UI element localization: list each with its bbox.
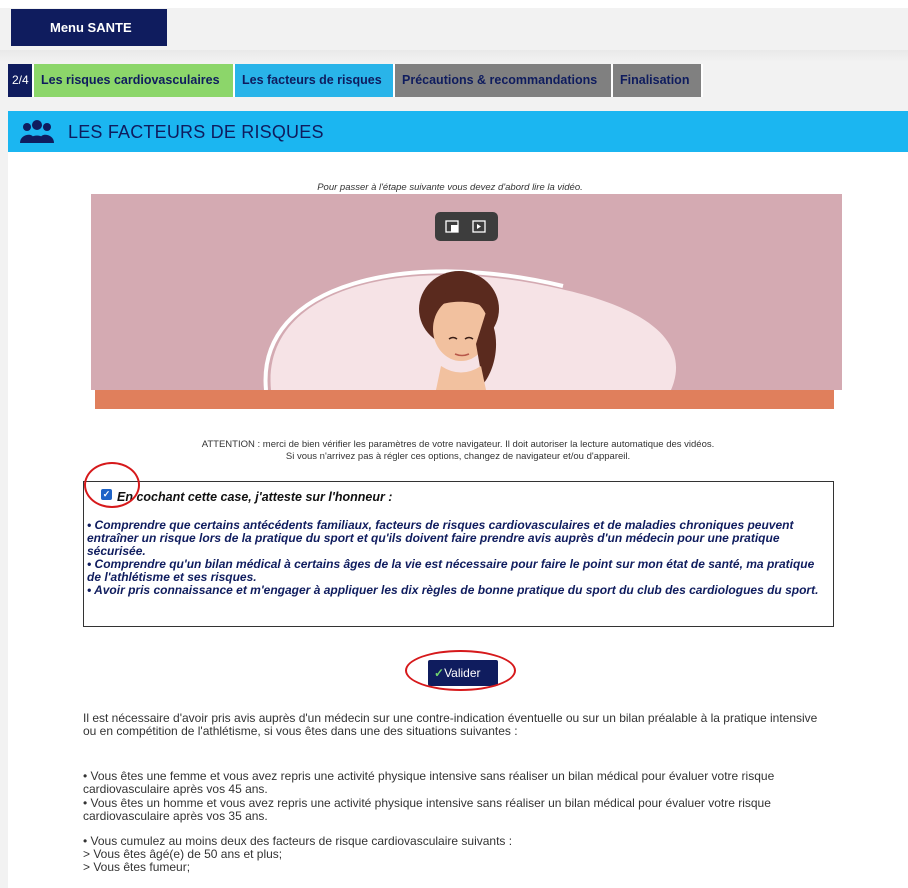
video-progress-bar[interactable]	[95, 390, 834, 409]
tab-risques-cardiovasculaires[interactable]: Les risques cardiovasculaires	[34, 64, 235, 97]
honor-item: • Comprendre que certains antécédents fa…	[87, 518, 794, 558]
picture-in-picture-icon[interactable]	[472, 220, 487, 233]
warning-line-1: ATTENTION : merci de bien vérifier les p…	[201, 439, 715, 450]
honor-item: • Comprendre qu'un bilan médical à certa…	[87, 557, 815, 584]
step-indicator: 2/4	[8, 64, 34, 97]
warning-line-2: Si vous n'arrivez pas à régler ces optio…	[285, 451, 631, 462]
video-instruction: Pour passer à l'étape suivante vous deve…	[317, 182, 583, 193]
honor-item: • Avoir pris connaissance et m'engager à…	[87, 583, 819, 597]
tab-finalisation[interactable]: Finalisation	[613, 64, 703, 97]
section-header: LES FACTEURS DE RISQUES	[8, 111, 908, 152]
section-title: LES FACTEURS DE RISQUES	[68, 122, 324, 142]
tab-facteurs-de-risques[interactable]: Les facteurs de risques	[235, 64, 395, 97]
video-controls	[435, 212, 498, 241]
medical-advice-intro: Il est nécessaire d'avoir pris avis aupr…	[83, 711, 818, 738]
top-strip	[0, 0, 908, 8]
medical-case-woman: • Vous êtes une femme et vous avez repri…	[83, 769, 775, 796]
people-icon	[20, 120, 54, 143]
highlight-circle-checkbox	[84, 462, 140, 508]
risk-factor-age: > Vous êtes âgé(e) de 50 ans et plus;	[83, 847, 283, 861]
video-player[interactable]	[91, 194, 842, 390]
menu-sante-button[interactable]: Menu SANTE	[11, 9, 167, 46]
risk-factor-smoker: > Vous êtes fumeur;	[83, 860, 191, 874]
highlight-circle-validate	[405, 650, 516, 691]
exit-fullscreen-icon[interactable]	[445, 220, 459, 233]
tab-precautions[interactable]: Précautions & recommandations	[395, 64, 613, 97]
browser-warning: ATTENTION : merci de bien vérifier les p…	[8, 439, 908, 463]
medical-case-man: • Vous êtes un homme et vous avez repris…	[83, 796, 771, 823]
honor-title: En cochant cette case, j'atteste sur l'h…	[117, 490, 393, 504]
menu-divider	[0, 50, 908, 62]
step-tabs: 2/4 Les risques cardiovasculaires Les fa…	[8, 64, 703, 97]
honor-items: • Comprendre que certains antécédents fa…	[87, 519, 827, 597]
